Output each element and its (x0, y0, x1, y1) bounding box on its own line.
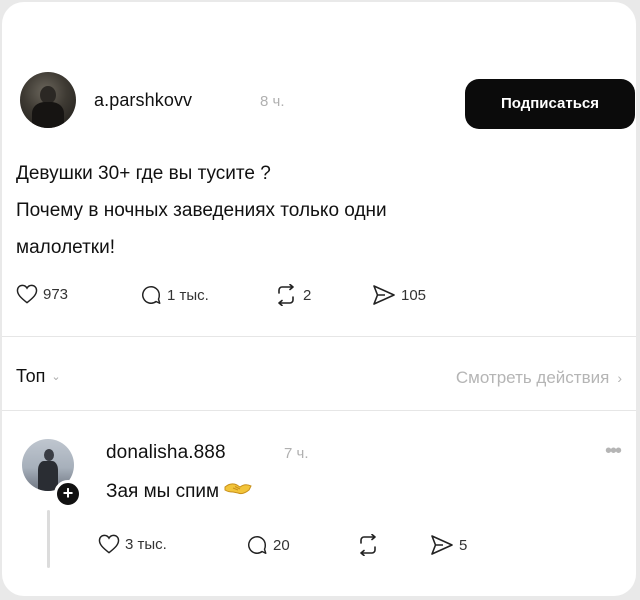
author-avatar[interactable] (20, 72, 76, 128)
handshake-emoji-icon (223, 479, 253, 505)
chevron-down-icon: ⌄ (51, 371, 61, 383)
repost-count: 2 (303, 286, 312, 304)
comment-button[interactable]: 1 тыс. (140, 284, 209, 306)
comment-share-button[interactable]: 5 (430, 534, 467, 556)
sort-dropdown[interactable]: Топ ⌄ (16, 366, 61, 387)
divider (2, 336, 636, 337)
ellipsis-icon[interactable]: ••• (605, 440, 622, 463)
post-text-line: малолетки! (16, 237, 116, 258)
post-text: Девушки 30+ где вы тусите ? Почему в ноч… (16, 155, 576, 266)
paper-plane-icon (431, 535, 453, 555)
repost-arrows-icon (278, 284, 294, 306)
speech-bubble-icon (142, 286, 161, 304)
comment-like-count: 3 тыс. (125, 535, 167, 553)
heart-outline-icon (16, 284, 38, 304)
sort-label: Топ (16, 366, 46, 386)
divider (2, 410, 636, 411)
comment-count: 1 тыс. (167, 286, 209, 304)
commenter-username[interactable]: donalisha.888 (106, 442, 226, 464)
comment-share-count: 5 (459, 536, 468, 554)
share-count: 105 (401, 286, 427, 304)
like-button[interactable]: 973 (16, 284, 68, 304)
chevron-right-icon: › (617, 370, 622, 386)
post-card: a.parshkovv 8 ч. Подписаться Девушки 30+… (2, 2, 636, 596)
subscribe-button[interactable]: Подписаться (465, 79, 635, 129)
post-time: 8 ч. (260, 93, 285, 110)
repost-arrows-icon (360, 534, 376, 556)
comment-like-button[interactable]: 3 тыс. (98, 534, 167, 554)
speech-bubble-icon (248, 536, 267, 554)
share-button[interactable]: 105 (372, 284, 426, 306)
comment-text: Зая мы спим (106, 479, 253, 505)
paper-plane-icon (373, 285, 395, 305)
heart-outline-icon (98, 534, 120, 554)
comment-repost-button[interactable] (356, 534, 385, 556)
view-actions-label: Смотреть действия (455, 368, 610, 387)
post-text-line: Почему в ночных заведениях только одни (16, 200, 387, 221)
view-actions-link[interactable]: Смотреть действия › (456, 368, 622, 388)
like-count: 973 (43, 285, 69, 303)
thread-line (47, 510, 50, 568)
avatar-head (44, 449, 54, 461)
repost-button[interactable]: 2 (274, 284, 311, 306)
comment-time: 7 ч. (284, 445, 309, 462)
comment-text-content: Зая мы спим (106, 481, 220, 502)
follow-plus-icon[interactable]: + (54, 480, 82, 508)
post-text-line: Девушки 30+ где вы тусите ? (16, 163, 271, 184)
comment-reply-count: 20 (273, 536, 290, 554)
author-username[interactable]: a.parshkovv (94, 90, 192, 111)
comment-reply-button[interactable]: 20 (246, 534, 290, 556)
avatar-body (32, 102, 64, 128)
